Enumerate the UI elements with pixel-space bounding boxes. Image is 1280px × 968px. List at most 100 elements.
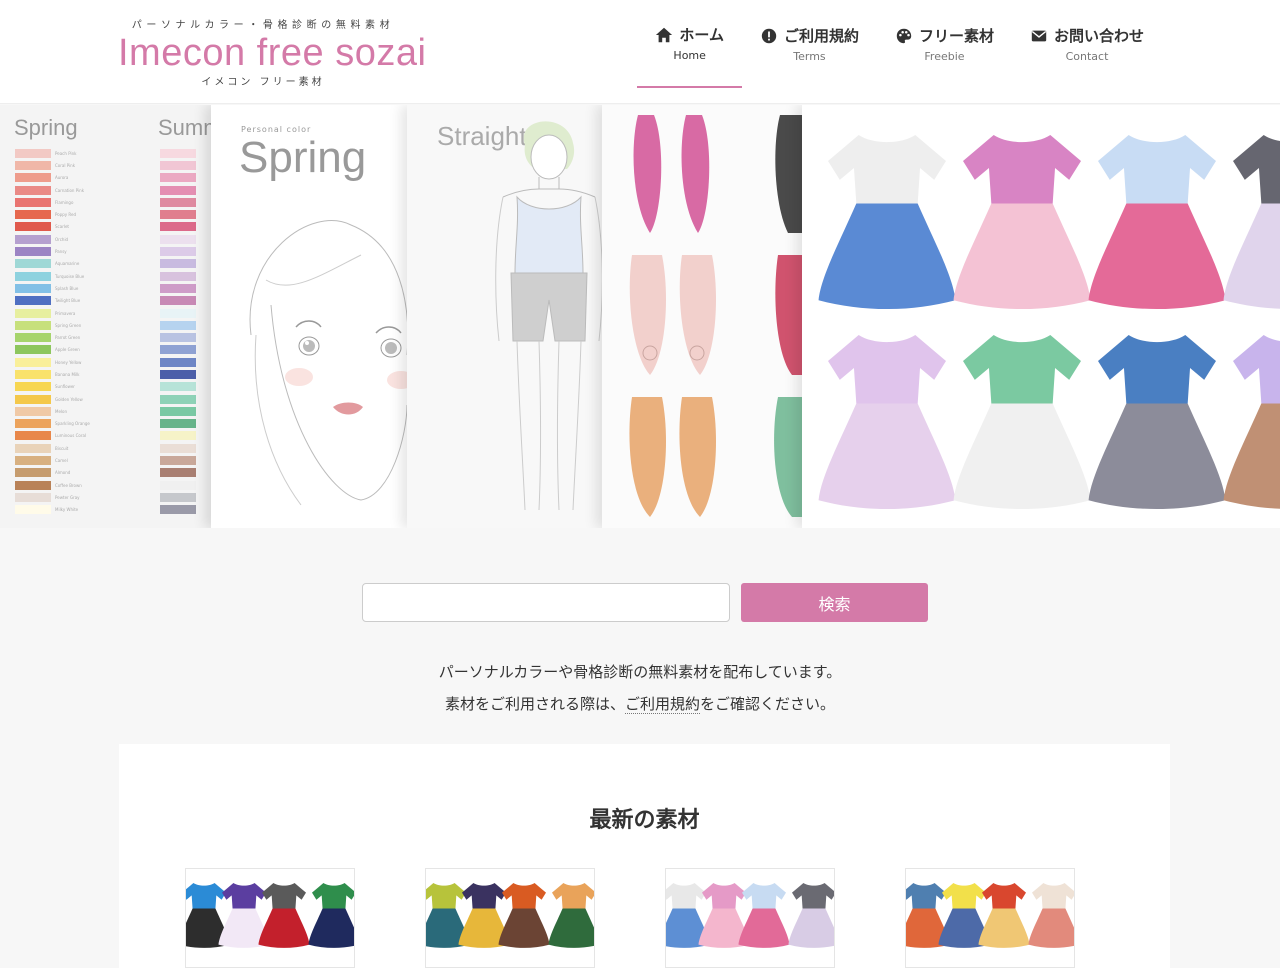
swatch-row: Biscuit (15, 442, 90, 454)
swatch-column-spring: Peach Pink Coral Pink Aurora Carnation Pink… (15, 147, 90, 516)
nav-label: ご利用規約 (783, 27, 859, 45)
terms-link[interactable]: ご利用規約 (624, 695, 700, 714)
search-button[interactable]: 検索 (741, 583, 928, 622)
swatch-chip (160, 308, 196, 318)
swatch-row (160, 147, 196, 159)
swatch-chip (160, 345, 196, 355)
swatch-row (160, 184, 196, 196)
swatch-row (160, 307, 196, 319)
swatch-row: Pansy (15, 245, 90, 257)
swatch-label: Pewter Gray (55, 494, 80, 500)
swatch-chip (15, 283, 51, 293)
dress-figure (1088, 335, 1226, 510)
swatch-row: Primavera (15, 307, 90, 319)
nav-sublabel: Home (673, 49, 706, 62)
swatch-row: Peach Pink (15, 147, 90, 159)
swatch-row: Twilight Blue (15, 295, 90, 307)
card-dress (738, 883, 790, 948)
nav-label: ホーム (679, 26, 724, 44)
swatch-row (160, 418, 196, 430)
swatch-chip (160, 222, 196, 232)
nav-item-home[interactable]: ホーム Home (637, 0, 742, 88)
swatch-row: Sunflower (15, 381, 90, 393)
palette-icon (895, 27, 913, 45)
swatch-chip (160, 210, 196, 220)
swatch-label: Melon (55, 408, 68, 414)
swatch-row (160, 258, 196, 270)
latest-card-3[interactable] (665, 868, 835, 968)
hero-dress-illustration (802, 105, 1280, 528)
dress-figure (1223, 135, 1280, 309)
swatch-chip (15, 160, 51, 170)
dress-figure (953, 335, 1091, 510)
card-dress (498, 883, 550, 948)
hero-body-illustration: Straight (407, 105, 602, 528)
swatch-row (160, 344, 196, 356)
swatch-row (160, 233, 196, 245)
card-thumbnail (186, 883, 354, 948)
swatch-label: Coral Pink (55, 162, 76, 168)
latest-card-4[interactable] (905, 868, 1075, 968)
swatch-label: Pansy (55, 249, 67, 255)
swatch-label: Sunflower (55, 384, 75, 390)
swatch-chip (160, 394, 196, 404)
swatch-label: Milky White (55, 507, 79, 513)
nav-item-freebie[interactable]: フリー素材 Freebie (877, 0, 1012, 88)
swatch-label: Carnation Pink (55, 187, 85, 193)
swatch-chip (160, 468, 196, 478)
swatch-row: Carnation Pink (15, 184, 90, 196)
swatch-row (160, 282, 196, 294)
intro-text-before: 素材をご利用される際は、 (444, 695, 625, 713)
swatch-chip (160, 148, 196, 158)
swatch-label: Turquoise Blue (55, 273, 85, 279)
nav-sublabel: Freebie (924, 50, 965, 63)
swatch-chip (15, 505, 51, 515)
swatch-chip (15, 357, 51, 367)
latest-card-1[interactable] (185, 868, 355, 968)
swatch-row (160, 356, 196, 368)
dress-figure (818, 135, 956, 310)
latest-card-2[interactable] (425, 868, 595, 968)
search-input[interactable] (362, 583, 730, 622)
swatch-row (160, 491, 196, 503)
swatch-chip (160, 247, 196, 257)
swatch-row: Parrot Green (15, 331, 90, 343)
swatch-title-summer: Summ (158, 115, 211, 140)
nav-label: お問い合わせ (1053, 27, 1144, 45)
nav-item-terms[interactable]: ご利用規約 Terms (742, 0, 877, 88)
swatch-chip (160, 456, 196, 466)
swatch-chip (15, 173, 51, 183)
swatch-row (160, 454, 196, 466)
swatch-label: Golden Yellow (55, 396, 83, 402)
swatch-row: Spring Green (15, 319, 90, 331)
swatch-chip (15, 185, 51, 195)
swatch-row: Camel (15, 454, 90, 466)
swatch-label: Sparkling Orange (55, 421, 90, 427)
swatch-chip (15, 148, 51, 158)
card-dress (788, 883, 834, 948)
swatch-row: Splash Blue (15, 282, 90, 294)
swatch-chip (15, 259, 51, 269)
swatch-column-summer (160, 147, 196, 516)
swatch-chip (15, 308, 51, 318)
swatch-chip (160, 296, 196, 306)
swatch-row: Aquamarine (15, 258, 90, 270)
swatch-label: Primavera (55, 310, 76, 316)
swatch-row (160, 381, 196, 393)
swatch-label: Splash Blue (55, 285, 79, 291)
swatch-chip (15, 271, 51, 281)
swatch-row: Coral Pink (15, 159, 90, 171)
nav-item-contact[interactable]: お問い合わせ Contact (1012, 0, 1162, 88)
exclamation-circle-icon (760, 27, 778, 45)
swatch-label: Aquamarine (55, 261, 80, 267)
site-logo[interactable]: パーソナルカラー・骨格診断の無料素材 Imecon free sozai イメコ… (118, 16, 426, 88)
card-dress (308, 883, 354, 948)
swatch-chip (15, 222, 51, 232)
swatch-row: Melon (15, 405, 90, 417)
swatch-chip (160, 173, 196, 183)
swatch-row (160, 319, 196, 331)
swatch-row (160, 208, 196, 220)
swatch-label: Luminous Coral (55, 433, 87, 439)
swatch-label: Honey Yellow (55, 359, 82, 365)
swatch-chip (160, 333, 196, 343)
